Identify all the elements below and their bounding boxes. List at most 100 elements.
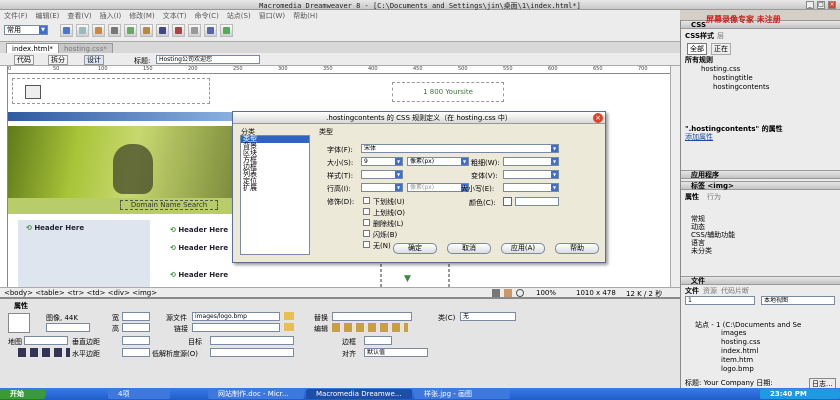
email-link-icon[interactable] [76, 24, 89, 37]
show-all-button[interactable]: 全部 [687, 43, 707, 55]
zoom-tool-icon[interactable] [516, 289, 524, 297]
taskbar-item-group[interactable]: 4项 [108, 389, 170, 399]
rule-item[interactable]: hostingtitle [713, 74, 753, 82]
folder-icon[interactable] [284, 323, 294, 331]
start-button[interactable]: 开始 [0, 389, 46, 399]
taskbar-item-dreamweaver[interactable]: Macromedia Dreamwe... [306, 389, 412, 399]
line-height-unit-select[interactable]: 像素(px) ▼ [407, 183, 469, 192]
hotspot-tools-icon[interactable] [18, 348, 70, 357]
category-item-extensions[interactable]: 扩展 [241, 185, 309, 192]
maximize-button[interactable]: □ [817, 1, 825, 9]
size-unit-select[interactable]: 像素(px) ▼ [407, 157, 469, 166]
variant-select[interactable]: ▼ [503, 170, 559, 179]
underline-checkbox[interactable] [363, 197, 370, 204]
tab-files[interactable]: 文件 [685, 286, 699, 296]
src-input[interactable]: images/logo.bmp [192, 312, 280, 321]
layer-icon[interactable] [124, 24, 137, 37]
weight-select[interactable]: ▼ [503, 157, 559, 166]
tag-chooser-icon[interactable] [220, 24, 233, 37]
cancel-button[interactable]: 取消 [447, 243, 491, 254]
tab-hosting-css[interactable]: hosting.css* [58, 43, 113, 53]
align-select[interactable]: 默认值 [364, 348, 428, 357]
media-icon[interactable] [156, 24, 169, 37]
window-size[interactable]: 1010 x 478 [576, 289, 616, 297]
blink-checkbox[interactable] [363, 230, 370, 237]
pointer-tool-icon[interactable] [492, 289, 500, 297]
tree-item-folder[interactable]: images [721, 329, 746, 337]
tag-group-uncategorized[interactable]: 未分类 [691, 246, 712, 256]
hyperlink-icon[interactable] [60, 24, 73, 37]
taskbar-item-word[interactable]: 网站制作.doc - Micr... [208, 389, 304, 399]
canvas-scrollbar[interactable] [670, 66, 680, 287]
show-current-button[interactable]: 正在 [711, 43, 731, 55]
category-list[interactable]: 类型 背景 区块 方框 边框 列表 定位 扩展 [240, 135, 310, 255]
logo-cell[interactable] [12, 78, 210, 104]
split-view-button[interactable]: 拆分 [48, 55, 68, 65]
tag-inspector-header[interactable]: 标签 <img> [681, 181, 840, 190]
application-panel-header[interactable]: 应用程序 [681, 170, 840, 179]
tree-item-file[interactable]: item.htm [721, 356, 753, 364]
tag-selector[interactable]: <body> <table> <tr> <td> <div> <img> [4, 289, 157, 297]
tab-attributes[interactable]: 属性 [685, 192, 699, 202]
target-select[interactable] [210, 336, 294, 345]
tab-snippets[interactable]: 代码片断 [721, 286, 749, 296]
tree-item-site[interactable]: 站点 - 1 (C:\Documents and Se [695, 320, 801, 330]
design-view-button[interactable]: 设计 [84, 55, 104, 65]
ok-button[interactable]: 确定 [393, 243, 437, 254]
font-select[interactable]: 宋体 ▼ [361, 144, 559, 153]
files-panel-header[interactable]: 文件 [681, 276, 840, 285]
tree-item-file[interactable]: logo.bmp [721, 365, 754, 373]
site-select[interactable]: 1 [685, 296, 755, 305]
close-button[interactable]: × [828, 1, 836, 9]
apply-button[interactable]: 应用(A) [501, 243, 545, 254]
tab-layers[interactable]: 层 [717, 31, 724, 41]
minimize-button[interactable]: _ [806, 1, 814, 9]
none-checkbox[interactable] [363, 241, 370, 248]
rule-item[interactable]: hostingcontents [713, 83, 769, 91]
tree-item-file[interactable]: index.html [721, 347, 758, 355]
tree-item-file[interactable]: hosting.css [721, 338, 760, 346]
color-picker-icon[interactable] [503, 197, 512, 206]
zoom-level[interactable]: 100% [536, 289, 556, 297]
logo-image[interactable] [25, 85, 41, 99]
hand-tool-icon[interactable] [504, 289, 512, 297]
overline-checkbox[interactable] [363, 208, 370, 215]
add-property-link[interactable]: 添加属性 [685, 132, 713, 142]
help-button[interactable]: 帮助 [555, 243, 599, 254]
tab-assets[interactable]: 资源 [703, 286, 717, 296]
folder-icon[interactable] [284, 312, 294, 320]
case-select[interactable]: ▼ [503, 183, 559, 192]
border-input[interactable] [364, 336, 392, 345]
alt-input[interactable] [332, 312, 412, 321]
style-select[interactable]: ▼ [361, 170, 403, 179]
code-view-button[interactable]: 代码 [14, 55, 34, 65]
width-input[interactable] [122, 312, 150, 321]
edit-tools-icon[interactable] [332, 323, 408, 332]
table-icon[interactable] [108, 24, 121, 37]
image-name-input[interactable] [46, 323, 90, 332]
close-icon[interactable]: × [593, 113, 603, 123]
height-input[interactable] [122, 323, 150, 332]
hspace-input[interactable] [122, 348, 150, 357]
doc-title-input[interactable]: Hosting公司欢迎您 [156, 55, 260, 64]
tab-css-styles[interactable]: CSS样式 [685, 31, 714, 41]
line-height-select[interactable]: ▼ [361, 183, 403, 192]
insert-category-select[interactable]: 常用 ▼ [4, 25, 48, 35]
template-icon[interactable] [204, 24, 217, 37]
comment-icon[interactable] [188, 24, 201, 37]
rule-item[interactable]: hosting.css [701, 65, 740, 73]
taskbar-item-paint[interactable]: 样张.jpg - 画图 [414, 389, 510, 399]
class-select[interactable]: 无 [460, 312, 516, 321]
link-input[interactable] [192, 323, 280, 332]
vspace-input[interactable] [122, 336, 150, 345]
map-name-input[interactable] [24, 336, 68, 345]
color-input[interactable] [515, 197, 559, 206]
line-through-checkbox[interactable] [363, 219, 370, 226]
tab-index-html[interactable]: index.html* [6, 43, 59, 53]
image-icon[interactable] [140, 24, 153, 37]
size-select[interactable]: 9 ▼ [361, 157, 403, 166]
tab-behaviors[interactable]: 行为 [707, 192, 721, 202]
anchor-icon[interactable] [92, 24, 105, 37]
view-select[interactable]: 本地视图 [761, 296, 835, 305]
lowsrc-input[interactable] [210, 348, 294, 357]
